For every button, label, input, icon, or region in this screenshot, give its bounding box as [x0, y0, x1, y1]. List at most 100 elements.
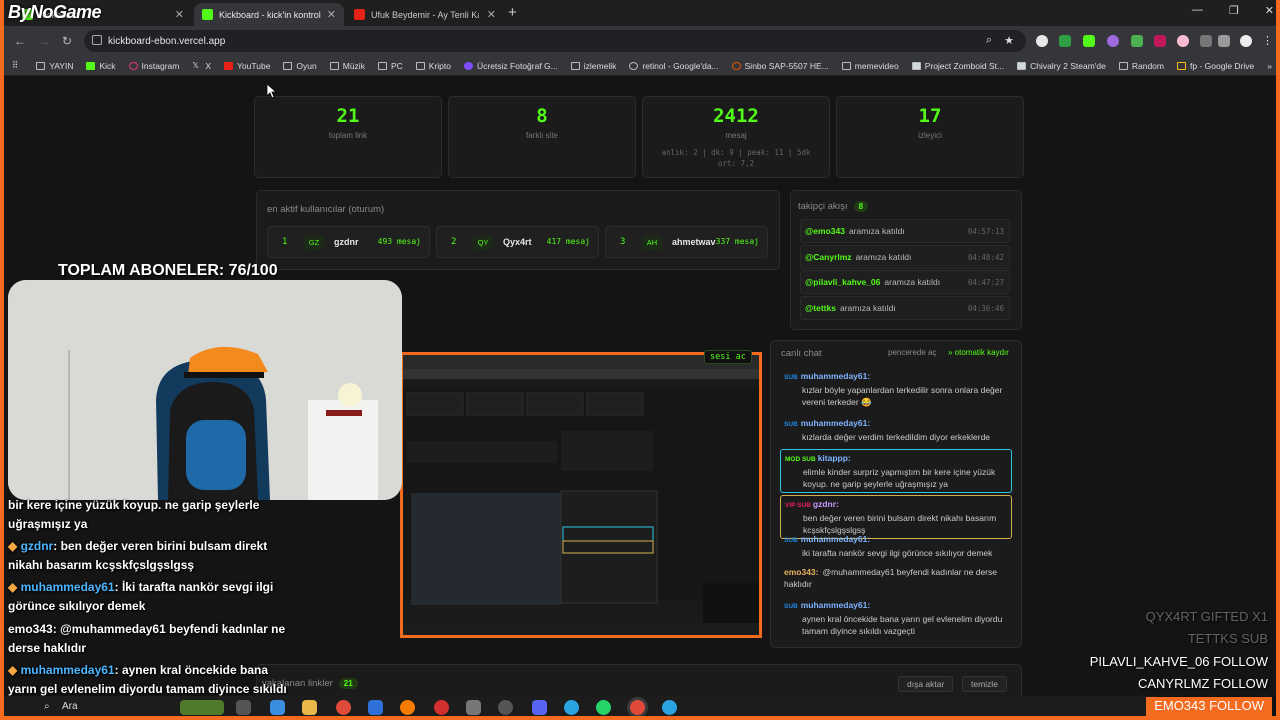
bookmark-kick[interactable]: Kick: [86, 61, 116, 71]
avatar: GZ: [304, 236, 324, 250]
opera-icon[interactable]: [434, 700, 449, 715]
profile-avatar[interactable]: [1240, 35, 1252, 47]
bookmark-muzik[interactable]: Müzik: [329, 61, 365, 71]
close-tab-icon[interactable]: ✕: [327, 8, 336, 21]
bookmark-fp-drive[interactable]: fp - Google Drive: [1177, 61, 1254, 71]
active-user-card[interactable]: 3 AH ahmetwav 337 mesaj: [605, 226, 768, 258]
tab-kickboard-2[interactable]: Kickboard - kick'in kontrol panel ✕: [194, 3, 344, 26]
folder-icon: [570, 61, 580, 70]
task-view-icon[interactable]: [236, 700, 251, 715]
apps-grid-icon[interactable]: ⠿: [12, 60, 18, 71]
active-users-title: en aktif kullanıcılar (oturum): [267, 204, 385, 215]
close-tab-icon[interactable]: ✕: [175, 8, 184, 21]
search-icon[interactable]: ⌕: [44, 701, 50, 712]
overlay-chat-line: ◆ muhammeday61: İki tarafta nankör sevgi…: [8, 580, 274, 613]
extension-icon[interactable]: [1177, 35, 1189, 47]
popout-chat-link[interactable]: pencerede aç: [888, 348, 936, 357]
chat-message: SUB muhammeday61: aynen kral öncekide bana…: [784, 600, 1003, 636]
bookmark-zomboid[interactable]: Project Zomboid St...: [911, 61, 1004, 71]
chat-message: SUB muhammeday61: iki tarafta nankör sevgi…: [784, 534, 993, 558]
folder-icon: [841, 61, 851, 70]
active-user-card[interactable]: 1 GZ gzdnr 493 mesaj: [267, 226, 430, 258]
extension-icon[interactable]: [1036, 35, 1048, 47]
stat-label: izleyici: [918, 131, 942, 140]
overlay-chat-line: bir kere içine yüzük koyup. ne garip şey…: [8, 498, 260, 531]
stat-value: 21: [336, 105, 360, 127]
bookmark-kripto[interactable]: Kripto: [415, 61, 451, 71]
bookmark-memevideo[interactable]: memevideo: [841, 61, 899, 71]
taskbar-search[interactable]: Ara: [62, 701, 78, 712]
bookmark-sinbo[interactable]: Sinbo SAP-5507 HE...: [731, 61, 829, 71]
bookmark-foto[interactable]: Ücretsiz Fotoğraf G...: [463, 61, 558, 71]
bookmark-izlemelik[interactable]: izlemelik: [570, 61, 616, 71]
mouse-cursor-icon: [267, 84, 277, 99]
extensions-puzzle-icon[interactable]: [1200, 35, 1212, 47]
follower-row: @pilavli_kahve_06 aramıza katıldı 04:47:27: [800, 270, 1010, 294]
unmute-button[interactable]: sesi ac: [704, 350, 752, 364]
bookmark-chivalry[interactable]: Chivalry 2 Steam'de: [1017, 61, 1106, 71]
autoscroll-toggle[interactable]: » otomatik kaydır: [948, 348, 1009, 357]
obs-icon[interactable]: [498, 700, 513, 715]
firefox-icon[interactable]: [400, 700, 415, 715]
folder-icon: [36, 61, 46, 70]
bookmark-oyun[interactable]: Oyun: [283, 61, 317, 71]
close-window-icon[interactable]: ✕: [1265, 4, 1274, 17]
chrome-active-icon[interactable]: [630, 700, 645, 715]
folder-icon: [415, 61, 425, 70]
extension-icon[interactable]: [1154, 35, 1166, 47]
stat-label: toplam link: [328, 131, 368, 140]
extension-icon[interactable]: [1131, 35, 1143, 47]
taskbar: ⌕ Ara: [4, 696, 1156, 716]
mail-icon[interactable]: [368, 700, 383, 715]
follower-row: @Canyrlmz aramıza katıldı 04:48:42: [800, 245, 1010, 269]
copilot-icon[interactable]: [270, 700, 285, 715]
maximize-icon[interactable]: ❐: [1229, 4, 1239, 17]
app-icon[interactable]: [466, 700, 481, 715]
telegram-icon[interactable]: [662, 700, 677, 715]
webcam-image: [8, 280, 402, 500]
active-user-card[interactable]: 2 QY Qyx4rt 417 mesaj: [436, 226, 599, 258]
widget-icon[interactable]: [180, 700, 224, 715]
badge-icon: ◆: [8, 580, 21, 594]
extension-icon[interactable]: [1107, 35, 1119, 47]
forward-icon[interactable]: →: [38, 34, 50, 48]
site-info-icon[interactable]: [92, 35, 102, 45]
back-icon[interactable]: ←: [14, 34, 26, 48]
tab-youtube[interactable]: Ufuk Beydemir - Ay Tenli Kadın ✕: [346, 3, 504, 26]
window-controls: — ❐ ✕: [1192, 4, 1274, 17]
chevron-down-icon: »: [948, 348, 955, 357]
minimize-icon[interactable]: —: [1192, 4, 1203, 17]
bookmark-instagram[interactable]: Instagram: [128, 61, 179, 71]
discord-icon[interactable]: [532, 700, 547, 715]
bookmark-star-icon[interactable]: ★: [1004, 34, 1014, 47]
extension-icon[interactable]: [1083, 35, 1095, 47]
zoom-icon[interactable]: ⌕: [986, 34, 992, 47]
bookmark-youtube[interactable]: YouTube: [224, 61, 270, 71]
file-explorer-icon[interactable]: [302, 700, 317, 715]
bookmark-x[interactable]: 𝕏X: [192, 61, 211, 71]
more-bookmarks-icon[interactable]: »: [1267, 61, 1272, 71]
chat-message: SUB muhammeday61: kızlarda değer verdim te…: [784, 418, 991, 442]
close-tab-icon[interactable]: ✕: [487, 8, 496, 21]
telegram-icon[interactable]: [564, 700, 579, 715]
menu-kebab-icon[interactable]: ⋮: [1262, 35, 1274, 47]
chat-message: emo343: @muhammeday61 beyfendi kadınlar n…: [784, 567, 997, 589]
url-field[interactable]: kickboard-ebon.vercel.app ⌕ ★: [84, 30, 1026, 52]
chat-message: SUB muhammeday61: kızlar böyle yapanlardan…: [784, 371, 1003, 407]
steam-icon: [911, 61, 921, 70]
x-icon: 𝕏: [192, 60, 199, 70]
reload-icon[interactable]: ↻: [62, 34, 72, 48]
stat-value: 8: [536, 105, 548, 127]
bookmark-random[interactable]: Random: [1118, 61, 1164, 71]
bookmark-yayin[interactable]: YAYIN: [36, 61, 73, 71]
stream-preview-image: [403, 355, 759, 635]
export-button[interactable]: dışa aktar: [898, 676, 954, 692]
bookmark-pc[interactable]: PC: [377, 61, 403, 71]
whatsapp-icon[interactable]: [596, 700, 611, 715]
bookmark-retinol[interactable]: retinol - Google'da...: [629, 61, 719, 71]
clear-button[interactable]: temizle: [962, 676, 1007, 692]
chrome-icon[interactable]: [336, 700, 351, 715]
extension-icon[interactable]: [1059, 35, 1071, 47]
new-tab-button[interactable]: +: [508, 4, 517, 21]
tab-search-icon[interactable]: [1218, 35, 1230, 47]
